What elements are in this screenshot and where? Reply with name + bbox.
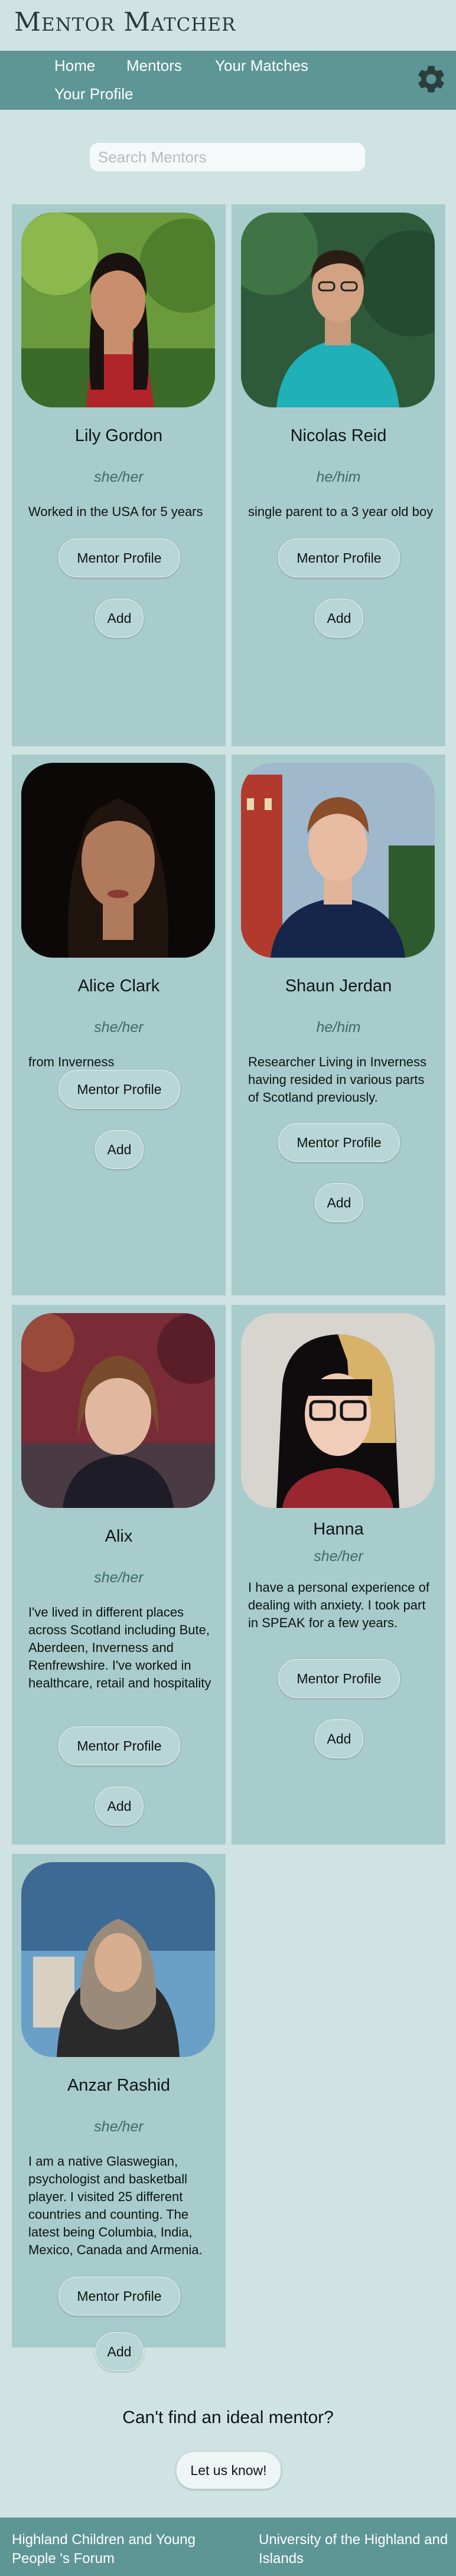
- mentor-pronouns: he/him: [316, 1019, 361, 1036]
- mentor-pronouns: she/her: [94, 2118, 144, 2135]
- mentor-pronouns: she/her: [94, 1019, 144, 1036]
- cta-heading: Can't find an ideal mentor?: [122, 2408, 334, 2427]
- add-mentor-button[interactable]: Add: [95, 2332, 144, 2371]
- mentor-card: Anzar Rashid she/her I am a native Glasw…: [12, 1854, 226, 2371]
- add-mentor-button[interactable]: Add: [315, 1719, 363, 1758]
- mentor-card: Lily Gordon she/her Worked in the USA fo…: [12, 204, 226, 746]
- footer-link-hcypf[interactable]: Highland Children and Young People 's Fo…: [12, 2531, 213, 2568]
- add-mentor-button[interactable]: Add: [315, 1183, 363, 1222]
- mentor-photo: [241, 763, 435, 958]
- mentor-name: Lily Gordon: [74, 426, 163, 445]
- mentor-pronouns: she/her: [94, 1569, 144, 1586]
- mentor-pronouns: she/her: [314, 1548, 363, 1565]
- mentor-profile-button[interactable]: Mentor Profile: [58, 538, 180, 577]
- mentor-card: Alice Clark she/her from Inverness Mento…: [12, 755, 226, 1295]
- mentor-card: Shaun Jerdan he/him Researcher Living in…: [232, 755, 445, 1295]
- mentor-photo: [21, 1313, 215, 1508]
- mentor-photo: [241, 1313, 435, 1508]
- footer-link-uhi[interactable]: University of the Highland and Islands: [259, 2531, 456, 2568]
- mentor-photo: [241, 213, 435, 407]
- mentor-profile-button[interactable]: Mentor Profile: [58, 1070, 180, 1109]
- mentor-photo: [21, 1862, 215, 2057]
- mentor-name: Alix: [105, 1527, 133, 1546]
- mentor-bio: from Inverness: [28, 1054, 115, 1069]
- top-header: Mentor Matcher: [0, 0, 456, 51]
- mentor-profile-button[interactable]: Mentor Profile: [278, 538, 400, 577]
- search-input[interactable]: [90, 143, 365, 171]
- nav-item-home[interactable]: Home: [54, 57, 95, 75]
- main-nav: Home Mentors Your Matches Your Profile: [0, 51, 456, 110]
- add-mentor-button[interactable]: Add: [95, 1130, 144, 1169]
- nav-item-your-matches[interactable]: Your Matches: [215, 57, 308, 75]
- mentor-profile-button[interactable]: Mentor Profile: [58, 2277, 180, 2316]
- mentor-pronouns: she/her: [94, 469, 144, 485]
- add-mentor-button[interactable]: Add: [95, 1787, 144, 1826]
- let-us-know-button[interactable]: Let us know!: [176, 2451, 281, 2489]
- mentor-name: Hanna: [313, 1520, 364, 1539]
- mentor-name: Shaun Jerdan: [285, 977, 392, 995]
- add-mentor-button[interactable]: Add: [95, 599, 144, 638]
- mentor-bio: Worked in the USA for 5 years: [28, 504, 203, 519]
- mentor-profile-button[interactable]: Mentor Profile: [278, 1123, 400, 1162]
- gear-icon[interactable]: [415, 63, 448, 96]
- mentor-pronouns: he/him: [316, 469, 361, 485]
- mentor-bio: I am a native Glaswegian, psychologist a…: [28, 2154, 203, 2257]
- mentor-profile-button[interactable]: Mentor Profile: [58, 1726, 180, 1765]
- footer: Highland Children and Young People 's Fo…: [0, 2518, 456, 2576]
- mentor-photo: [21, 213, 215, 407]
- mentor-card: Hanna she/her I have a personal experien…: [232, 1305, 445, 1844]
- mentor-bio: I've lived in different places across Sc…: [28, 1605, 211, 1690]
- add-mentor-button[interactable]: Add: [315, 599, 363, 638]
- nav-item-mentors[interactable]: Mentors: [126, 57, 182, 75]
- mentor-photo: [21, 763, 215, 958]
- mentor-profile-button[interactable]: Mentor Profile: [278, 1659, 400, 1698]
- mentor-name: Alice Clark: [77, 977, 160, 995]
- app-logo[interactable]: Mentor Matcher: [14, 7, 236, 37]
- mentor-name: Nicolas Reid: [290, 426, 387, 445]
- mentor-card: Alix she/her I've lived in different pla…: [12, 1305, 226, 1844]
- mentor-bio: single parent to a 3 year old boy: [248, 504, 434, 519]
- nav-item-your-profile[interactable]: Your Profile: [54, 85, 133, 103]
- mentor-bio: I have a personal experience of dealing …: [248, 1580, 429, 1630]
- mentor-bio: Researcher Living in Inverness having re…: [248, 1054, 427, 1105]
- mentor-card: Nicolas Reid he/him single parent to a 3…: [232, 204, 445, 746]
- mentor-name: Anzar Rashid: [67, 2076, 171, 2095]
